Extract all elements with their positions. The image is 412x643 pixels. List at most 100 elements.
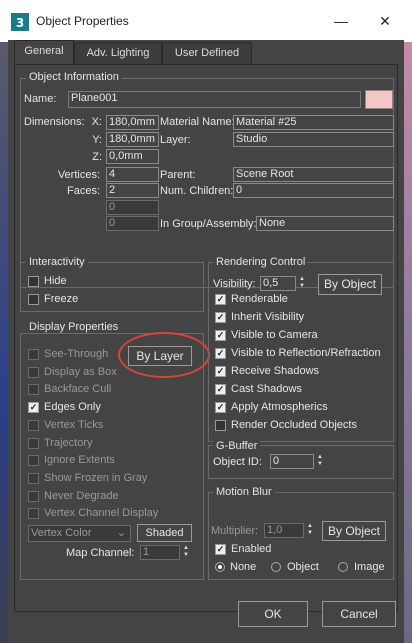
vertex-color-dropdown[interactable]: Vertex Color ⌄ — [28, 525, 131, 542]
name-label: Name: — [24, 93, 57, 105]
shaded-button[interactable]: Shaded — [137, 524, 192, 542]
display-item-checkbox[interactable] — [28, 455, 39, 467]
parent-field: Scene Root — [233, 167, 394, 182]
interactivity-label: Interactivity — [26, 256, 88, 268]
hide-label: Hide — [44, 275, 67, 287]
display-item-label: Trajectory — [44, 436, 93, 449]
map-channel-field[interactable]: 1 — [140, 545, 180, 560]
parent-label: Parent: — [160, 169, 196, 181]
layer-label: Layer: — [160, 134, 191, 146]
display-item-checkbox[interactable] — [28, 490, 39, 502]
object-id-field[interactable]: 0 — [270, 454, 314, 469]
enabled-label: Enabled — [231, 543, 272, 555]
render-item-checkbox[interactable]: ✓ — [215, 294, 226, 305]
minimize-button[interactable]: — — [326, 8, 356, 34]
z-label: Z: — [92, 151, 102, 163]
name-field[interactable]: Plane001 — [68, 91, 361, 108]
material-name-label: Material Name: — [160, 116, 235, 128]
display-item-checkbox[interactable] — [28, 349, 39, 360]
render-item-checkbox[interactable]: ✓ — [215, 402, 226, 413]
y-label: Y: — [92, 134, 102, 146]
freeze-label: Freeze — [44, 293, 79, 305]
dimensions-label: Dimensions: — [24, 116, 85, 128]
radio-object[interactable] — [271, 562, 281, 572]
display-item-label: Display as Box — [44, 365, 117, 378]
vertices-field: 4 — [106, 167, 159, 182]
object-id-label: Object ID: — [213, 456, 262, 468]
viewport-background-right — [404, 42, 412, 643]
radio-image-label: Image — [354, 561, 385, 573]
tab-general[interactable]: General — [14, 40, 74, 64]
ok-button[interactable]: OK — [238, 601, 308, 627]
render-item-checkbox[interactable]: ✓ — [215, 384, 226, 395]
radio-object-label: Object — [287, 561, 319, 573]
render-item-checkbox[interactable]: ✓ — [215, 366, 226, 377]
render-item-label: Visible to Reflection/Refraction — [231, 347, 381, 359]
object-properties-dialog: General Adv. Lighting User Defined Objec… — [8, 40, 404, 640]
vertex-color-value: Vertex Color — [31, 527, 92, 539]
chevron-down-icon: ⌄ — [116, 527, 126, 539]
object-id-spinner-icon[interactable]: ▲ ▼ — [316, 454, 324, 469]
display-properties-label: Display Properties — [26, 321, 122, 333]
object-color-swatch[interactable] — [365, 90, 393, 109]
display-item-checkbox[interactable] — [28, 508, 39, 520]
visibility-field[interactable]: 0,5 — [260, 276, 296, 291]
radio-none-label: None — [230, 561, 257, 573]
num-children-label: Num. Children: — [160, 185, 234, 197]
visibility-spinner-icon[interactable]: ▲ ▼ — [298, 276, 306, 291]
display-item-checkbox[interactable] — [28, 384, 39, 396]
render-item-label: Inherit Visibility — [231, 311, 305, 323]
radio-none[interactable] — [215, 562, 225, 572]
dimension-y-field: 180,0mm — [106, 132, 159, 147]
freeze-checkbox[interactable] — [28, 294, 39, 305]
display-item-label: Vertex Channel Display — [44, 507, 159, 520]
map-channel-spinner-icon[interactable]: ▲ ▼ — [182, 545, 190, 560]
visibility-label: Visibility: — [213, 278, 256, 290]
display-item-label: Edges Only — [44, 401, 101, 414]
render-item-label: Cast Shadows — [231, 383, 302, 395]
display-item-label: Ignore Extents — [44, 454, 115, 467]
multiplier-field[interactable]: 1,0 — [264, 523, 304, 538]
enabled-checkbox[interactable]: ✓ — [215, 544, 226, 555]
render-item-label: Render Occluded Objects — [231, 419, 357, 431]
tab-adv-lighting[interactable]: Adv. Lighting — [74, 42, 162, 64]
display-item-checkbox[interactable] — [28, 366, 39, 378]
display-item-label: Show Frozen in Gray — [44, 471, 148, 484]
cancel-button[interactable]: Cancel — [322, 601, 396, 627]
motion-blur-label: Motion Blur — [213, 486, 275, 498]
title-bar: 3 Object Properties — ✕ — [0, 0, 412, 42]
display-item-label: See-Through — [44, 348, 109, 360]
rendering-by-object-button[interactable]: By Object — [318, 274, 382, 295]
multiplier-spinner-icon[interactable]: ▲ ▼ — [306, 523, 314, 538]
display-item-checkbox[interactable] — [28, 472, 39, 484]
display-item-checkbox[interactable] — [28, 419, 39, 431]
render-item-label: Receive Shadows — [231, 365, 320, 377]
render-item-label: Visible to Camera — [231, 329, 318, 341]
gbuffer-label: G-Buffer — [213, 440, 261, 452]
annotation-circle — [118, 332, 210, 378]
display-item-checkbox[interactable] — [28, 437, 39, 449]
render-item-label: Apply Atmospherics — [231, 401, 328, 413]
faces-field: 2 — [106, 183, 159, 198]
render-item-checkbox[interactable]: ✓ — [215, 312, 226, 323]
hide-checkbox[interactable] — [28, 276, 39, 287]
render-item-checkbox[interactable]: ✓ — [215, 348, 226, 359]
disabled-count-field-1: 0 — [106, 200, 159, 215]
app-logo-icon: 3 — [10, 12, 30, 32]
display-item-label: Never Degrade — [44, 489, 119, 502]
multiplier-label: Multiplier: — [211, 525, 259, 537]
close-button[interactable]: ✕ — [370, 8, 400, 34]
render-item-label: Renderable — [231, 293, 288, 305]
vertices-label: Vertices: — [57, 169, 100, 181]
rendering-control-label: Rendering Control — [213, 256, 309, 268]
window-title: Object Properties — [36, 14, 129, 28]
map-channel-label: Map Channel: — [66, 547, 135, 559]
radio-image[interactable] — [338, 562, 348, 572]
object-information-label: Object Information — [26, 71, 122, 83]
display-item-checkbox[interactable]: ✓ — [28, 402, 39, 414]
tab-user-defined[interactable]: User Defined — [162, 42, 252, 64]
render-item-checkbox[interactable]: ✓ — [215, 330, 226, 341]
render-item-checkbox[interactable] — [215, 420, 226, 431]
x-label: X: — [91, 116, 102, 128]
motion-blur-by-object-button[interactable]: By Object — [322, 521, 386, 541]
